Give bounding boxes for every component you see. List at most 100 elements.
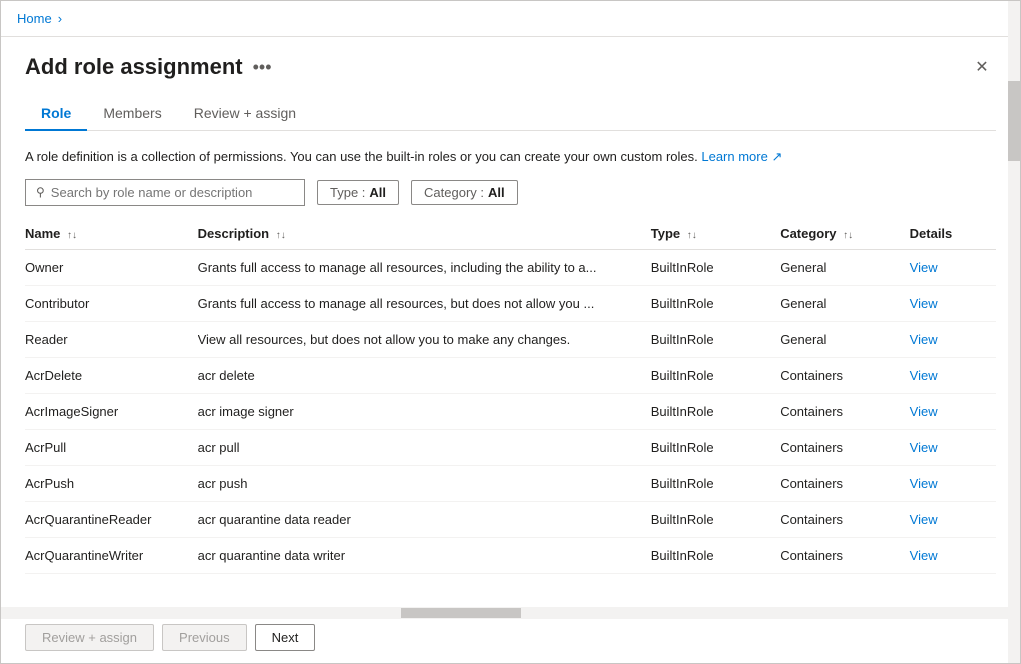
table-row[interactable]: OwnerGrants full access to manage all re… [25,249,996,285]
cell-description: acr delete [198,357,651,393]
cell-name: AcrDelete [25,357,198,393]
col-header-details: Details [910,218,996,250]
horizontal-scrollbar[interactable] [1,607,1008,619]
tab-role[interactable]: Role [25,97,87,131]
cell-details[interactable]: View [910,537,996,573]
previous-button: Previous [162,624,247,651]
table-row[interactable]: ContributorGrants full access to manage … [25,285,996,321]
col-header-category[interactable]: Category ↑↓ [780,218,909,250]
breadcrumb-separator: › [58,11,62,26]
cell-description: View all resources, but does not allow y… [198,321,651,357]
more-options-icon[interactable]: ••• [253,57,272,78]
cell-details[interactable]: View [910,249,996,285]
col-header-description[interactable]: Description ↑↓ [198,218,651,250]
cell-category: General [780,285,909,321]
cell-type: BuiltInRole [651,321,780,357]
cell-category: General [780,249,909,285]
table-row[interactable]: AcrDeleteacr deleteBuiltInRoleContainers… [25,357,996,393]
next-button[interactable]: Next [255,624,316,651]
cell-description: acr image signer [198,393,651,429]
cell-type: BuiltInRole [651,357,780,393]
cell-details[interactable]: View [910,357,996,393]
top-bar: Home › [1,1,1020,37]
learn-more-link[interactable]: Learn more ↗ [701,149,782,164]
type-filter-value: All [369,185,386,200]
table-row[interactable]: AcrPullacr pullBuiltInRoleContainersView [25,429,996,465]
page-title: Add role assignment [25,54,243,80]
cell-name: Owner [25,249,198,285]
cell-description: acr quarantine data reader [198,501,651,537]
cell-type: BuiltInRole [651,285,780,321]
cell-details[interactable]: View [910,501,996,537]
breadcrumb-home[interactable]: Home [17,11,52,26]
cell-type: BuiltInRole [651,465,780,501]
cell-description: Grants full access to manage all resourc… [198,285,651,321]
cell-category: Containers [780,429,909,465]
cell-type: BuiltInRole [651,249,780,285]
table-row[interactable]: AcrQuarantineWriteracr quarantine data w… [25,537,996,573]
table-row[interactable]: ReaderView all resources, but does not a… [25,321,996,357]
description-text: A role definition is a collection of per… [25,147,996,167]
cell-category: Containers [780,393,909,429]
scrollbar-thumb[interactable] [1008,81,1020,161]
review-assign-button: Review + assign [25,624,154,651]
cell-description: acr pull [198,429,651,465]
cell-details[interactable]: View [910,465,996,501]
category-filter-value: All [488,185,505,200]
tabs-container: Role Members Review + assign [25,97,996,131]
cell-description: acr push [198,465,651,501]
table-row[interactable]: AcrImageSigneracr image signerBuiltInRol… [25,393,996,429]
view-link[interactable]: View [910,512,938,527]
cell-details[interactable]: View [910,321,996,357]
table-body: OwnerGrants full access to manage all re… [25,249,996,573]
cell-name: AcrPull [25,429,198,465]
title-row: Add role assignment ••• ✕ [25,53,996,81]
view-link[interactable]: View [910,260,938,275]
cell-type: BuiltInRole [651,537,780,573]
view-link[interactable]: View [910,332,938,347]
cell-name: Contributor [25,285,198,321]
roles-table-container: Name ↑↓ Description ↑↓ Type ↑↓ Category … [1,218,1020,612]
view-link[interactable]: View [910,440,938,455]
category-sort-icon: ↑↓ [843,230,853,241]
category-filter[interactable]: Category : All [411,180,518,205]
filters-row: ⚲ Type : All Category : All [1,179,1020,218]
col-header-type[interactable]: Type ↑↓ [651,218,780,250]
cell-description: Grants full access to manage all resourc… [198,249,651,285]
cell-details[interactable]: View [910,285,996,321]
search-box[interactable]: ⚲ [25,179,305,206]
roles-table: Name ↑↓ Description ↑↓ Type ↑↓ Category … [25,218,996,574]
type-sort-icon: ↑↓ [687,230,697,241]
col-header-name[interactable]: Name ↑↓ [25,218,198,250]
tab-members[interactable]: Members [87,97,177,131]
header-section: Add role assignment ••• ✕ Role Members R… [1,37,1020,131]
table-header: Name ↑↓ Description ↑↓ Type ↑↓ Category … [25,218,996,250]
cell-details[interactable]: View [910,393,996,429]
table-row[interactable]: AcrPushacr pushBuiltInRoleContainersView [25,465,996,501]
cell-name: AcrQuarantineWriter [25,537,198,573]
cell-name: AcrQuarantineReader [25,501,198,537]
cell-details[interactable]: View [910,429,996,465]
view-link[interactable]: View [910,296,938,311]
view-link[interactable]: View [910,404,938,419]
vertical-scrollbar[interactable] [1008,1,1020,663]
cell-category: Containers [780,465,909,501]
category-filter-label: Category : [424,185,484,200]
breadcrumb: Home › [17,11,62,26]
table-row[interactable]: AcrQuarantineReaderacr quarantine data r… [25,501,996,537]
cell-type: BuiltInRole [651,429,780,465]
type-filter[interactable]: Type : All [317,180,399,205]
view-link[interactable]: View [910,548,938,563]
cell-type: BuiltInRole [651,393,780,429]
view-link[interactable]: View [910,476,938,491]
cell-type: BuiltInRole [651,501,780,537]
desc-sort-icon: ↑↓ [276,230,286,241]
type-filter-label: Type : [330,185,365,200]
h-scrollbar-thumb[interactable] [401,608,521,618]
close-button[interactable]: ✕ [968,53,996,81]
cell-category: Containers [780,357,909,393]
cell-description: acr quarantine data writer [198,537,651,573]
view-link[interactable]: View [910,368,938,383]
tab-review-assign[interactable]: Review + assign [178,97,312,131]
search-input[interactable] [51,185,294,200]
